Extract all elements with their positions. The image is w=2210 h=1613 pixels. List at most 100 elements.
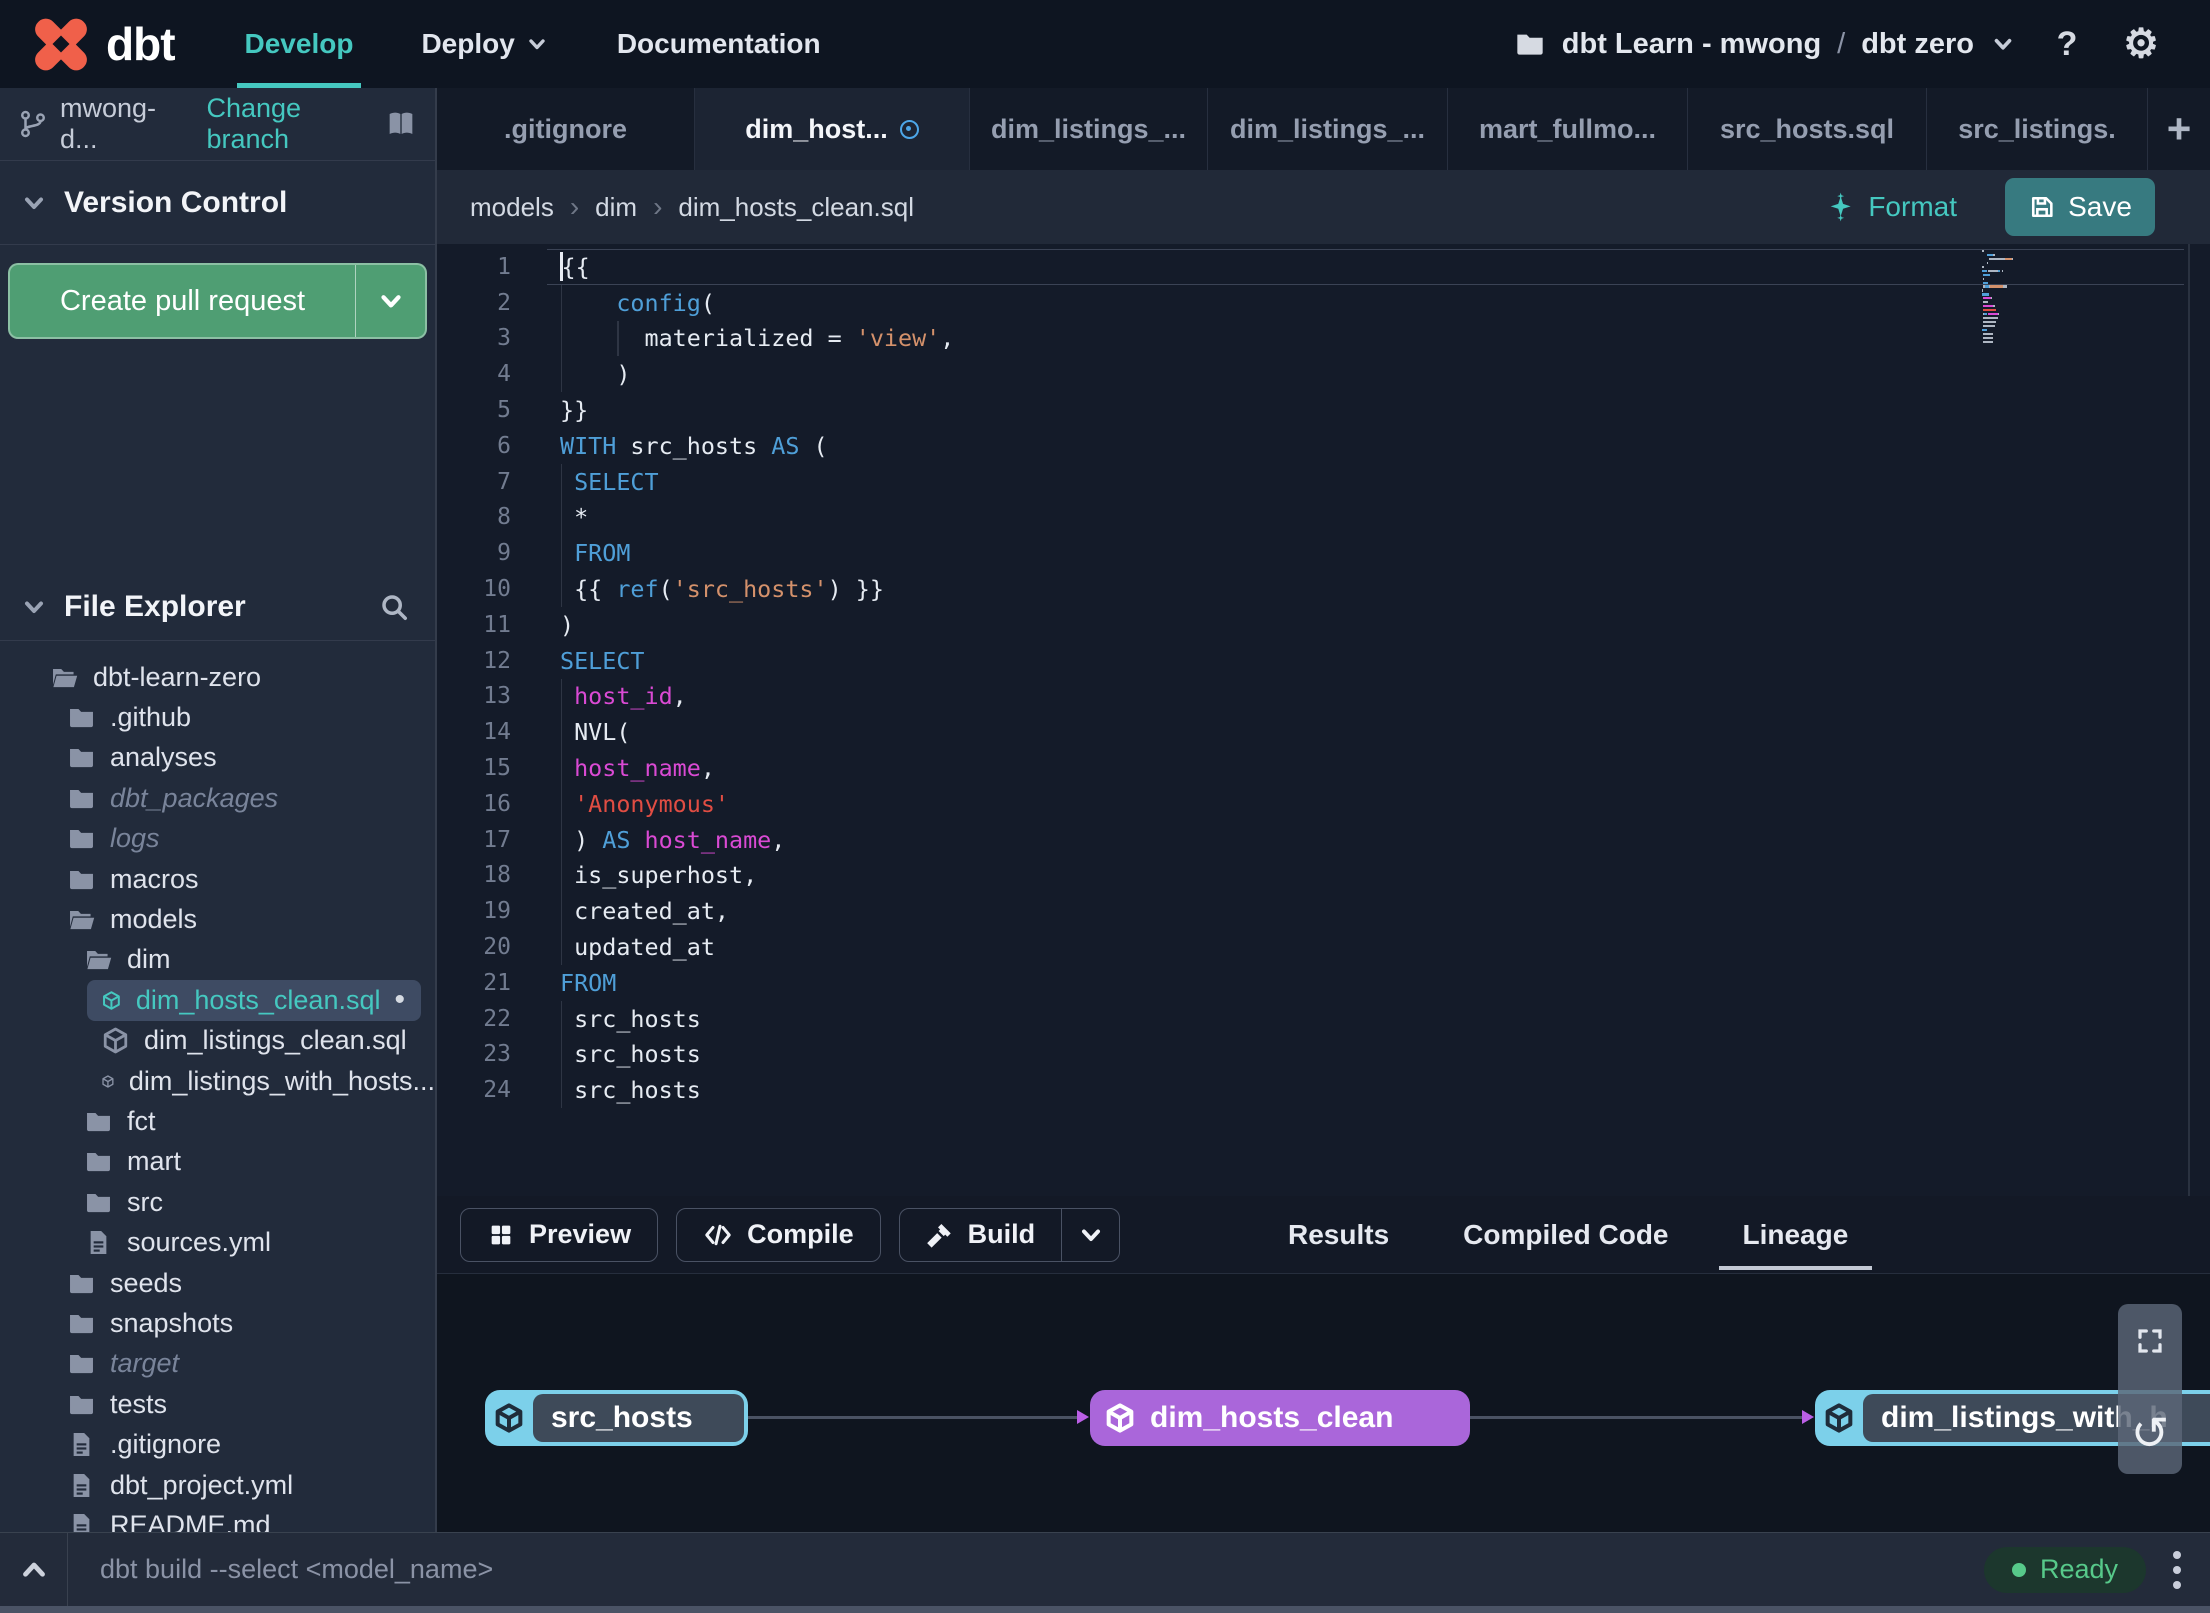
code-line-19[interactable]: 19 created_at, [437,893,2210,930]
code-line-6[interactable]: 6 WITH src_hosts AS ( [437,428,2210,464]
code-line-2[interactable]: 2 config( [437,284,2210,321]
change-branch-link[interactable]: Change branch [206,93,373,155]
minimap[interactable] [1982,250,2052,345]
code-line-5[interactable]: 5}} [437,392,2210,428]
format-button[interactable]: Format [1824,191,1957,223]
tab-dim-listings-[interactable]: dim_listings_... [970,88,1208,170]
code-line-22[interactable]: 22 src_hosts [437,1000,2210,1037]
breadcrumb-segment[interactable]: dim [595,192,637,223]
code-line-14[interactable]: 14 NVL( [437,714,2210,751]
tree-item-dbt-packages[interactable]: dbt_packages [0,778,435,818]
nav-item-deploy[interactable]: Deploy [391,0,578,88]
build-button[interactable]: Build [898,1207,1121,1262]
search-icon[interactable] [379,592,409,622]
tab-dim-host-[interactable]: dim_host... [695,88,970,170]
reset-view-icon[interactable]: ↺ [2131,1410,2170,1456]
tree-item-analyses[interactable]: analyses [0,738,435,778]
tab-src-listings-[interactable]: src_listings. [1927,88,2148,170]
expand-panel-button[interactable] [0,1533,68,1606]
code-text: src_hosts [560,1036,701,1073]
kebab-menu-button[interactable] [2152,1550,2202,1589]
fullscreen-icon[interactable] [2135,1326,2165,1356]
lineage-controls: ↺ [2118,1304,2182,1474]
tree-item-snapshots[interactable]: snapshots [0,1303,435,1343]
compile-button[interactable]: Compile [676,1207,881,1262]
code-editor[interactable]: 1{{2 config(3 materialized = 'view', 4 ) 5… [437,244,2210,1196]
code-line-13[interactable]: 13 host_id, [437,678,2210,715]
tree-item-src[interactable]: src [0,1182,435,1222]
code-line-24[interactable]: 24 src_hosts [437,1072,2210,1109]
tree-item-seeds[interactable]: seeds [0,1263,435,1303]
code-line-15[interactable]: 15 host_name, [437,750,2210,786]
status-badge: Ready [1983,1546,2146,1593]
build-dropdown-toggle[interactable] [1061,1208,1119,1261]
code-text: }} [560,396,589,425]
nav-item-develop[interactable]: Develop [215,0,384,88]
pull-request-dropdown-toggle[interactable] [355,265,425,337]
result-tab-compiled-code[interactable]: Compiled Code [1457,1196,1674,1273]
docs-book-icon[interactable] [385,108,417,140]
code-line-11[interactable]: 11) [437,607,2210,643]
tree-item-mart[interactable]: mart [0,1142,435,1182]
code-line-16[interactable]: 16 'Anonymous' [437,785,2210,822]
tree-item-logs[interactable]: logs [0,819,435,859]
code-line-1[interactable]: 1 {{ [437,249,2210,285]
result-tab-lineage[interactable]: Lineage [1718,1196,1873,1273]
editor-scrollbar[interactable] [2188,244,2190,1196]
nav-item-label: Documentation [616,28,821,59]
code-line-8[interactable]: 8 * [437,499,2210,536]
tree-item-fct[interactable]: fct [0,1101,435,1141]
dbt-logo[interactable]: dbt [0,13,215,75]
code-line-12[interactable]: 12 SELECT [437,643,2210,679]
command-bar: dbt build --select <model_name> Ready [0,1532,2210,1606]
code-line-20[interactable]: 20 updated_at [437,929,2210,965]
result-tab-results[interactable]: Results [1282,1196,1395,1273]
new-tab-button[interactable]: + [2148,88,2210,170]
tree-item-dim[interactable]: dim [0,940,435,980]
tree-item--gitignore[interactable]: .gitignore [0,1424,435,1464]
code-line-3[interactable]: 3 materialized = 'view', [437,320,2210,357]
code-line-7[interactable]: 7 SELECT [437,463,2210,500]
tree-item-readme-md[interactable]: README.md [0,1505,435,1532]
tab--gitignore[interactable]: .gitignore [437,88,695,170]
breadcrumb-segment[interactable]: dim_hosts_clean.sql [678,192,914,223]
code-line-21[interactable]: 21 FROM [437,965,2210,1001]
save-button[interactable]: Save [2005,178,2155,236]
tree-item-tests[interactable]: tests [0,1384,435,1424]
floppy-save-icon [2032,196,2053,218]
tree-item--github[interactable]: .github [0,697,435,737]
code-line-18[interactable]: 18 is_superhost, [437,857,2210,894]
code-line-23[interactable]: 23 src_hosts [437,1036,2210,1073]
tree-item-dbt-project-yml[interactable]: dbt_project.yml [0,1465,435,1505]
command-text[interactable]: dbt build --select <model_name> [100,1554,493,1585]
file-explorer-header[interactable]: File Explorer [0,573,435,641]
code-line-17[interactable]: 17 ) AS host_name, [437,821,2210,858]
project-breadcrumb[interactable]: dbt Learn - mwong / dbt zero [1514,28,2016,61]
code-line-10[interactable]: 10 {{ ref('src_hosts') }} [437,571,2210,607]
tab-dim-listings-[interactable]: dim_listings_... [1208,88,1448,170]
tree-item-dim-listings-clean-sql[interactable]: dim_listings_clean.sql [0,1021,435,1061]
floppy-save-icon [2028,193,2056,221]
lineage-node-src-hosts[interactable]: src_hosts [485,1390,748,1446]
help-button[interactable]: ? [2044,21,2090,67]
tree-item-models[interactable]: models [0,899,435,939]
hammer-icon [926,1223,951,1248]
settings-gear-button[interactable]: ⚙ [2118,21,2164,67]
code-line-9[interactable]: 9 FROM [437,535,2210,572]
breadcrumb-segment[interactable]: models [470,192,554,223]
preview-button[interactable]: Preview [460,1207,659,1262]
create-pull-request-button[interactable]: Create pull request [8,263,427,339]
tree-item-dim-hosts-clean-sql[interactable]: dim_hosts_clean.sql • [87,980,421,1021]
tree-item-dim-listings-with-hosts-[interactable]: dim_listings_with_hosts... [0,1061,435,1101]
tree-item-macros[interactable]: macros [0,859,435,899]
tree-item-sources-yml[interactable]: sources.yml [0,1222,435,1262]
tree-item-target[interactable]: target [0,1344,435,1384]
code-line-4[interactable]: 4 ) [437,356,2210,393]
tab-mart-fullmo-[interactable]: mart_fullmo... [1448,88,1688,170]
lineage-node-dim-hosts-clean[interactable]: dim_hosts_clean [1090,1390,1470,1446]
nav-item-documentation[interactable]: Documentation [587,0,851,88]
tree-item-dbt-learn-zero[interactable]: dbt-learn-zero [0,657,435,697]
version-control-header[interactable]: Version Control [0,161,435,245]
tab-src-hosts-sql[interactable]: src_hosts.sql [1688,88,1927,170]
breadcrumb-separator: › [653,191,663,222]
